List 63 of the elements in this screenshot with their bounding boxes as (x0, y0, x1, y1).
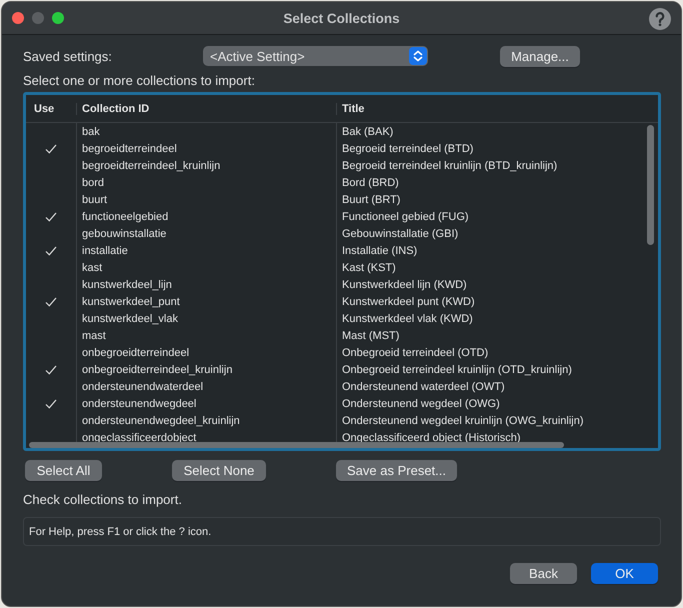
title-cell: Ondersteunend wegdeel kruinlijn (OWG_kruinlijn) (342, 414, 584, 426)
title-cell: Kunstwerkdeel punt (KWD) (342, 296, 475, 308)
checkmark-icon[interactable] (45, 398, 57, 408)
title-cell: Gebouwinstallatie (GBI) (342, 228, 458, 240)
checkmark-icon[interactable] (45, 246, 57, 256)
title-cell: Functioneel gebied (FUG) (342, 210, 469, 222)
collection-id-cell: kunstwerkdeel_vlak (82, 312, 178, 324)
title-cell: Bord (BRD) (342, 176, 399, 188)
checkmark-icon[interactable] (45, 212, 57, 222)
title-cell: Installatie (INS) (342, 244, 418, 256)
stepper-icon (409, 47, 427, 65)
close-button[interactable] (12, 12, 24, 24)
collection-id-cell: gebouwinstallatie (82, 228, 166, 240)
collection-id-cell: kunstwerkdeel_punt (82, 296, 180, 308)
title-cell: Begroeid terreindeel kruinlijn (BTD_kruinlijn) (342, 160, 558, 172)
column-header[interactable]: Collection ID (76, 102, 336, 114)
title-cell: Mast (MST) (342, 330, 400, 342)
title-cell: Onbegroeid terreindeel kruinlijn (OTD_kruinlijn) (342, 364, 572, 376)
instruction-text: Select one or more collections to import: (23, 73, 256, 88)
collection-id-cell: ondersteunendwegdeel (82, 398, 196, 410)
save-preset-button[interactable]: Save as Preset... (336, 460, 457, 481)
help-icon[interactable] (649, 8, 671, 30)
select-none-button[interactable]: Select None (172, 460, 266, 481)
title-cell: Kast (KST) (342, 262, 396, 274)
title-cell: Ondersteunend waterdeel (OWT) (342, 380, 505, 392)
title-cell: Begroeid terreindeel (BTD) (342, 142, 474, 154)
collection-id-cell: mast (82, 330, 106, 342)
title-cell: Kunstwerkdeel vlak (KWD) (342, 312, 473, 324)
column-header[interactable]: Title (336, 102, 648, 114)
collection-id-cell: begroeidterreindeel (82, 142, 177, 154)
collection-id-cell: ondersteunendwegdeel_kruinlijn (82, 414, 240, 426)
collection-id-cell: installatie (82, 244, 128, 256)
column-header[interactable]: Use (26, 102, 76, 114)
collection-id-cell: bak (82, 126, 100, 138)
collection-id-cell: ondersteunendwaterdeel (82, 380, 204, 392)
checkmark-icon[interactable] (45, 296, 57, 306)
collection-id-cell: onbegroeidterreindeel (82, 346, 190, 358)
checkmark-icon[interactable] (45, 144, 57, 154)
ok-button[interactable]: OK (591, 563, 658, 584)
select-all-button[interactable]: Select All (25, 460, 102, 481)
title-cell: Buurt (BRT) (342, 194, 400, 206)
title-cell: Kunstwerkdeel lijn (KWD) (342, 278, 467, 290)
collection-id-cell: buurt (82, 194, 108, 206)
collection-id-cell: kast (82, 262, 102, 274)
saved-settings-label: Saved settings: (23, 48, 113, 64)
window-title: Select Collections (283, 10, 400, 26)
settings-dropdown[interactable]: <Active Setting> (203, 46, 428, 66)
zoom-button[interactable] (52, 12, 64, 24)
collection-id-cell: functioneelgebied (82, 210, 168, 222)
help-text: For Help, press F1 or click the ? icon. (23, 517, 661, 546)
collection-id-cell: ongeclassificeerdobject (82, 432, 196, 444)
title-cell: Onbegroeid terreindeel (OTD) (342, 346, 488, 358)
collection-id-cell: bord (82, 176, 104, 188)
status-text: Check collections to import. (23, 492, 183, 507)
collection-id-cell: begroeidterreindeel_kruinlijn (82, 160, 220, 172)
collection-id-cell: kunstwerkdeel_lijn (82, 278, 172, 290)
back-button[interactable]: Back (510, 563, 577, 584)
title-cell: Ongeclassificeerd object (Historisch) (342, 432, 521, 444)
title-cell: Bak (BAK) (342, 126, 394, 138)
manage-button[interactable]: Manage... (500, 46, 580, 66)
checkmark-icon[interactable] (45, 364, 57, 374)
collection-id-cell: onbegroeidterreindeel_kruinlijn (82, 364, 232, 376)
title-cell: Ondersteunend wegdeel (OWG) (342, 398, 500, 410)
